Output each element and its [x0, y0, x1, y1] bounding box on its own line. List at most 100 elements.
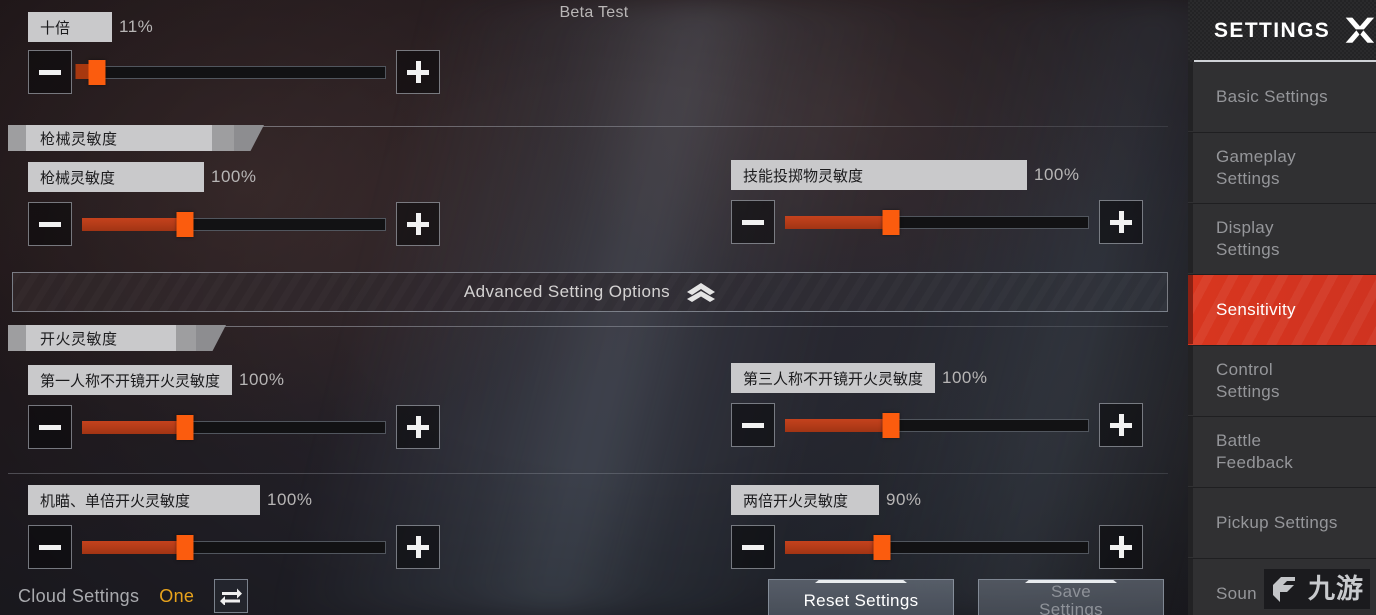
- sidebar-item-label: Sensitivity: [1216, 300, 1296, 320]
- slider-knob[interactable]: [873, 535, 891, 560]
- increment-button[interactable]: [396, 50, 440, 94]
- slider-label-row: 枪械灵敏度 100%: [28, 162, 440, 192]
- section-tab: 开火灵敏度: [26, 325, 176, 351]
- slider-row-fpp-hipfire: 第一人称不开镜开火灵敏度 100%: [28, 365, 440, 449]
- section-title-text: 枪械灵敏度: [40, 130, 118, 148]
- slider-track-area[interactable]: [785, 535, 1089, 560]
- cloud-settings-value[interactable]: One: [159, 586, 194, 607]
- minus-icon: [39, 69, 61, 75]
- minus-icon: [742, 544, 764, 550]
- slider-percent: 100%: [239, 370, 285, 389]
- plus-icon-v: [1118, 211, 1124, 233]
- section-slant: [234, 125, 264, 151]
- slider-row-ability-throwable: 技能投掷物灵敏度 100%: [731, 160, 1143, 244]
- slider-track-area[interactable]: [785, 210, 1089, 235]
- slider-percent: 100%: [267, 490, 313, 509]
- plus-icon-v: [415, 61, 421, 83]
- reset-settings-button[interactable]: Reset Settings: [768, 579, 954, 615]
- decrement-button[interactable]: [731, 403, 775, 447]
- slider-fill: [82, 541, 186, 554]
- slider-track-area[interactable]: [75, 60, 386, 85]
- slider-track-area[interactable]: [82, 535, 386, 560]
- slider-row-tpp-hipfire: 第三人称不开镜开火灵敏度 100%: [731, 363, 1143, 447]
- slider-label-row: 两倍开火灵敏度 90%: [731, 485, 1143, 515]
- slider-control-row: [28, 50, 440, 94]
- decrement-button[interactable]: [28, 50, 72, 94]
- advanced-setting-options-button[interactable]: Advanced Setting Options: [12, 272, 1168, 312]
- slider-fill: [785, 419, 892, 432]
- plus-icon-v: [415, 416, 421, 438]
- decrement-button[interactable]: [28, 202, 72, 246]
- sidebar-item-battle-feedback[interactable]: Battle Feedback: [1188, 417, 1376, 488]
- sidebar-item-label: Basic Settings: [1216, 87, 1328, 107]
- cloud-settings-swap-button[interactable]: [214, 579, 249, 613]
- sidebar-item-display-settings[interactable]: Display Settings: [1188, 204, 1376, 275]
- sidebar-title: SETTINGS: [1214, 19, 1331, 42]
- plus-icon-v: [1118, 414, 1124, 436]
- bottom-action-bar: Cloud Settings One Reset Settings Save S…: [0, 563, 1188, 615]
- slider-percent: 90%: [886, 490, 922, 509]
- slider-knob[interactable]: [75, 60, 106, 85]
- sidebar-item-label: Gameplay Settings: [1216, 147, 1296, 188]
- slider-knob[interactable]: [176, 415, 194, 440]
- plus-icon-v: [415, 536, 421, 558]
- slider-fill: [82, 218, 186, 231]
- slider-row-2x-fire: 两倍开火灵敏度 90%: [731, 485, 1143, 569]
- sidebar-item-label: Battle Feedback: [1216, 431, 1294, 472]
- decrement-button[interactable]: [731, 200, 775, 244]
- increment-button[interactable]: [396, 405, 440, 449]
- slider-control-row: [28, 405, 440, 449]
- slider-percent: 100%: [942, 368, 988, 387]
- watermark: 九游: [1264, 569, 1370, 609]
- cloud-settings-group: Cloud Settings One: [18, 579, 249, 613]
- cloud-settings-label: Cloud Settings: [18, 585, 140, 606]
- slider-track: [82, 66, 386, 79]
- slider-knob[interactable]: [882, 210, 900, 235]
- slider-knob[interactable]: [176, 535, 194, 560]
- section-rule-3: [8, 473, 1168, 474]
- slider-label-row: 第三人称不开镜开火灵敏度 100%: [731, 363, 1143, 393]
- increment-button[interactable]: [1099, 403, 1143, 447]
- sidebar-item-control-settings[interactable]: Control Settings: [1188, 346, 1376, 417]
- section-slant: [196, 325, 226, 351]
- slider-name-text: 技能投掷物灵敏度: [743, 167, 864, 185]
- sidebar-item-gameplay-settings[interactable]: Gameplay Settings: [1188, 133, 1376, 204]
- plus-icon-v: [415, 213, 421, 235]
- settings-screen: Beta Test 十倍 11% 枪械灵敏度 枪械灵敏度 100% 技能投掷物灵…: [0, 0, 1376, 615]
- slider-track-area[interactable]: [82, 212, 386, 237]
- sidebar-item-pickup-settings[interactable]: Pickup Settings: [1188, 488, 1376, 559]
- sidebar-item-label: Control Settings: [1216, 360, 1280, 401]
- slider-track-area[interactable]: [785, 413, 1089, 438]
- slider-row-scope-10x: 十倍 11%: [28, 12, 440, 94]
- slider-name-chip: 第一人称不开镜开火灵敏度: [28, 365, 233, 395]
- slider-label-row: 机瞄、单倍开火灵敏度 100%: [28, 485, 440, 515]
- increment-button[interactable]: [1099, 200, 1143, 244]
- watermark-text: 九游: [1308, 573, 1364, 604]
- plus-icon-v: [1118, 536, 1124, 558]
- slider-label-row: 技能投掷物灵敏度 100%: [731, 160, 1143, 190]
- reset-settings-label: Reset Settings: [803, 591, 919, 611]
- slider-name-chip: 枪械灵敏度: [28, 162, 204, 192]
- chevron-double-up-icon: [687, 283, 716, 302]
- save-settings-button[interactable]: Save Settings: [978, 579, 1164, 615]
- decrement-button[interactable]: [28, 405, 72, 449]
- minus-icon: [39, 424, 61, 430]
- increment-button[interactable]: [396, 202, 440, 246]
- slider-knob[interactable]: [176, 212, 194, 237]
- close-x-icon[interactable]: [1344, 15, 1376, 47]
- sidebar-item-basic-settings[interactable]: Basic Settings: [1188, 62, 1376, 133]
- slider-name-text: 枪械灵敏度: [40, 169, 116, 187]
- slider-fill: [82, 421, 186, 434]
- minus-icon: [39, 544, 61, 550]
- slider-label-row: 第一人称不开镜开火灵敏度 100%: [28, 365, 440, 395]
- slider-track-area[interactable]: [82, 415, 386, 440]
- slider-control-row: [28, 202, 440, 246]
- section-title-text: 开火灵敏度: [40, 330, 118, 348]
- slider-fill: [785, 541, 883, 554]
- slider-percent: 100%: [1034, 165, 1080, 184]
- sidebar-item-sensitivity[interactable]: Sensitivity: [1188, 275, 1376, 346]
- minus-icon: [742, 219, 764, 225]
- slider-knob[interactable]: [882, 413, 900, 438]
- sidebar-item-label: Display Settings: [1216, 218, 1280, 259]
- minus-icon: [742, 422, 764, 428]
